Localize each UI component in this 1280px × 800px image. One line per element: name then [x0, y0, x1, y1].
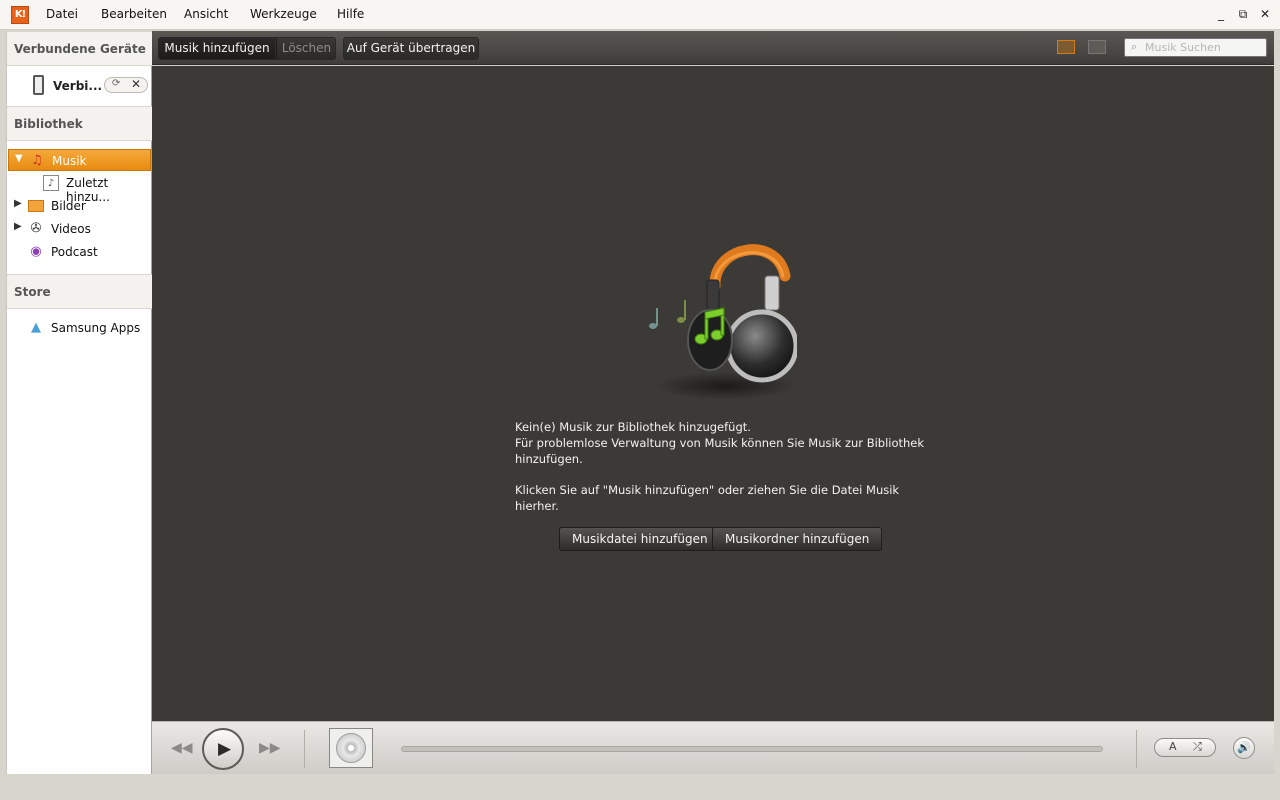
- player-bar: ◀◀ ▶ ▶▶ A ⤮ 🔊: [152, 721, 1274, 774]
- next-track-icon[interactable]: ▶▶: [259, 740, 281, 756]
- disconnect-icon[interactable]: ✕: [131, 77, 141, 91]
- sidebar-item-podcast[interactable]: ◉ Podcast: [8, 241, 151, 263]
- delete-button[interactable]: Löschen: [276, 38, 336, 59]
- add-music-button[interactable]: Musik hinzufügen: [159, 38, 275, 59]
- toolbar: Musik hinzufügen Löschen Auf Gerät übert…: [152, 31, 1274, 65]
- chevron-right-icon[interactable]: ▶: [14, 221, 22, 232]
- menu-werkzeuge[interactable]: Werkzeuge: [250, 7, 317, 21]
- sidebar-item-label: Videos: [51, 222, 91, 236]
- sidebar-item-label: Samsung Apps: [51, 321, 141, 335]
- add-music-file-button[interactable]: Musikdatei hinzufügen: [559, 527, 721, 551]
- divider: [304, 730, 305, 768]
- sidebar-item-label: Musik: [52, 154, 87, 168]
- library-title: Bibliothek: [14, 117, 83, 131]
- add-music-folder-button[interactable]: Musikordner hinzufügen: [712, 527, 883, 551]
- shuffle-icon[interactable]: ⤮: [1193, 740, 1202, 754]
- device-controls: ⟳ ✕: [104, 77, 148, 93]
- menu-hilfe[interactable]: Hilfe: [337, 7, 364, 21]
- message-line-2: Für problemlose Verwaltung von Musik kön…: [515, 436, 925, 466]
- divider: [1136, 730, 1137, 768]
- connected-devices-header: Verbundene Geräte: [7, 31, 152, 66]
- sidebar-item-label: Podcast: [51, 245, 98, 259]
- search-icon: ⌕: [1131, 40, 1138, 53]
- play-button[interactable]: ▶: [202, 728, 244, 770]
- film-reel-icon: ✇: [30, 221, 42, 236]
- pictures-icon: [28, 200, 44, 212]
- library-header: Bibliothek: [7, 106, 152, 141]
- search-input[interactable]: [1145, 40, 1263, 55]
- sidebar-item-videos[interactable]: ▶ ✇ Videos: [8, 218, 151, 240]
- message-line-1: Kein(e) Musik zur Bibliothek hinzugefügt…: [515, 420, 751, 434]
- transfer-to-device-button[interactable]: Auf Gerät übertragen: [344, 38, 478, 59]
- sync-icon[interactable]: ⟳: [112, 78, 120, 89]
- device-row[interactable]: Verbi... ⟳ ✕: [7, 67, 152, 105]
- previous-track-icon[interactable]: ◀◀: [171, 740, 193, 756]
- empty-library-message: Kein(e) Musik zur Bibliothek hinzugefügt…: [515, 419, 935, 514]
- music-file-icon: ♪: [43, 175, 59, 191]
- main-content: Kein(e) Musik zur Bibliothek hinzugefügt…: [152, 66, 1274, 721]
- restore-button[interactable]: ⧉: [1235, 6, 1251, 22]
- volume-icon[interactable]: 🔊: [1233, 737, 1255, 759]
- connected-devices-title: Verbundene Geräte: [14, 42, 146, 56]
- device-label: Verbi...: [53, 79, 103, 93]
- menu-ansicht[interactable]: Ansicht: [184, 7, 228, 21]
- repeat-icon[interactable]: A: [1169, 740, 1177, 753]
- play-icon: ▶: [218, 739, 232, 759]
- sidebar-item-bilder[interactable]: ▶ Bilder: [8, 195, 151, 217]
- cd-icon: [336, 733, 366, 763]
- chevron-right-icon[interactable]: ▶: [14, 198, 22, 209]
- transfer-group: Auf Gerät übertragen: [343, 37, 479, 60]
- search-box: ⌕: [1124, 38, 1267, 57]
- podcast-icon: ◉: [30, 244, 42, 259]
- toolbar-button-group: Musik hinzufügen Löschen: [158, 37, 336, 60]
- list-view-icon[interactable]: [1057, 40, 1075, 54]
- music-icon: ♫: [31, 153, 43, 168]
- samsung-apps-icon: ▲: [31, 320, 41, 335]
- sidebar-item-samsung-apps[interactable]: ▲ Samsung Apps: [8, 317, 151, 339]
- app-logo: K!: [11, 6, 29, 24]
- store-title: Store: [14, 285, 51, 299]
- sidebar-item-musik[interactable]: ▼ ♫ Musik: [8, 149, 151, 171]
- seek-bar[interactable]: [401, 746, 1103, 752]
- menu-bearbeiten[interactable]: Bearbeiten: [101, 7, 167, 21]
- menu-bar: K! Datei Bearbeiten Ansicht Werkzeuge Hi…: [0, 0, 1280, 30]
- sidebar-item-label: Bilder: [51, 199, 86, 213]
- menu-datei[interactable]: Datei: [46, 7, 78, 21]
- grid-view-icon[interactable]: [1088, 40, 1106, 54]
- phone-icon: [33, 75, 44, 95]
- minimize-button[interactable]: _: [1213, 6, 1229, 22]
- headphones-illustration: [649, 244, 797, 400]
- message-line-3: Klicken Sie auf "Musik hinzufügen" oder …: [515, 483, 900, 513]
- close-button[interactable]: ✕: [1257, 6, 1273, 22]
- album-art: [329, 728, 373, 768]
- chevron-down-icon[interactable]: ▼: [15, 153, 23, 164]
- store-header: Store: [7, 274, 152, 309]
- playback-mode-toggle: A ⤮: [1154, 738, 1216, 757]
- sidebar: Verbundene Geräte Verbi... ⟳ ✕ Bibliothe…: [6, 31, 152, 774]
- sidebar-item-recently-added[interactable]: ♪ Zuletzt hinzu...: [8, 172, 151, 204]
